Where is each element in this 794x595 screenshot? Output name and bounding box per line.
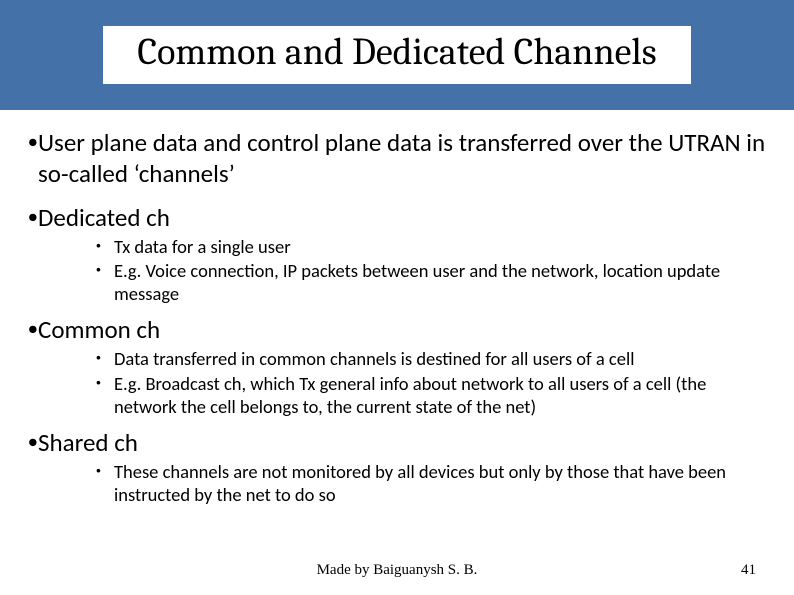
slide: Common and Dedicated Channels ● User pla…	[0, 0, 794, 595]
bullet-icon: ●	[28, 203, 38, 233]
list-item: E.g. Voice connection, IP packets betwee…	[96, 259, 766, 305]
title-band: Common and Dedicated Channels	[0, 0, 794, 110]
footer-credit: Made by Baiguanysh S. B.	[0, 562, 794, 579]
intro-text: User plane data and control plane data i…	[38, 128, 766, 189]
bullet-icon: ●	[28, 128, 38, 189]
section-list-shared: These channels are not monitored by all …	[28, 460, 766, 506]
section-heading-dedicated: ● Dedicated ch	[28, 203, 766, 233]
bullet-icon: ●	[28, 315, 38, 345]
section-heading-text: Common ch	[38, 315, 160, 345]
list-item: These channels are not monitored by all …	[96, 460, 766, 506]
slide-title: Common and Dedicated Channels	[103, 26, 690, 84]
section-heading-shared: ● Shared ch	[28, 428, 766, 458]
section-heading-common: ● Common ch	[28, 315, 766, 345]
section-heading-text: Dedicated ch	[38, 203, 170, 233]
section-list-dedicated: Tx data for a single user E.g. Voice con…	[28, 235, 766, 305]
list-item: Tx data for a single user	[96, 235, 766, 258]
bullet-icon: ●	[28, 428, 38, 458]
intro-bullet: ● User plane data and control plane data…	[28, 128, 766, 189]
list-item: E.g. Broadcast ch, which Tx general info…	[96, 372, 766, 418]
section-list-common: Data transferred in common channels is d…	[28, 347, 766, 417]
footer-page-number: 41	[741, 562, 756, 579]
content-area: ● User plane data and control plane data…	[0, 110, 794, 506]
section-heading-text: Shared ch	[38, 428, 138, 458]
list-item: Data transferred in common channels is d…	[96, 347, 766, 370]
